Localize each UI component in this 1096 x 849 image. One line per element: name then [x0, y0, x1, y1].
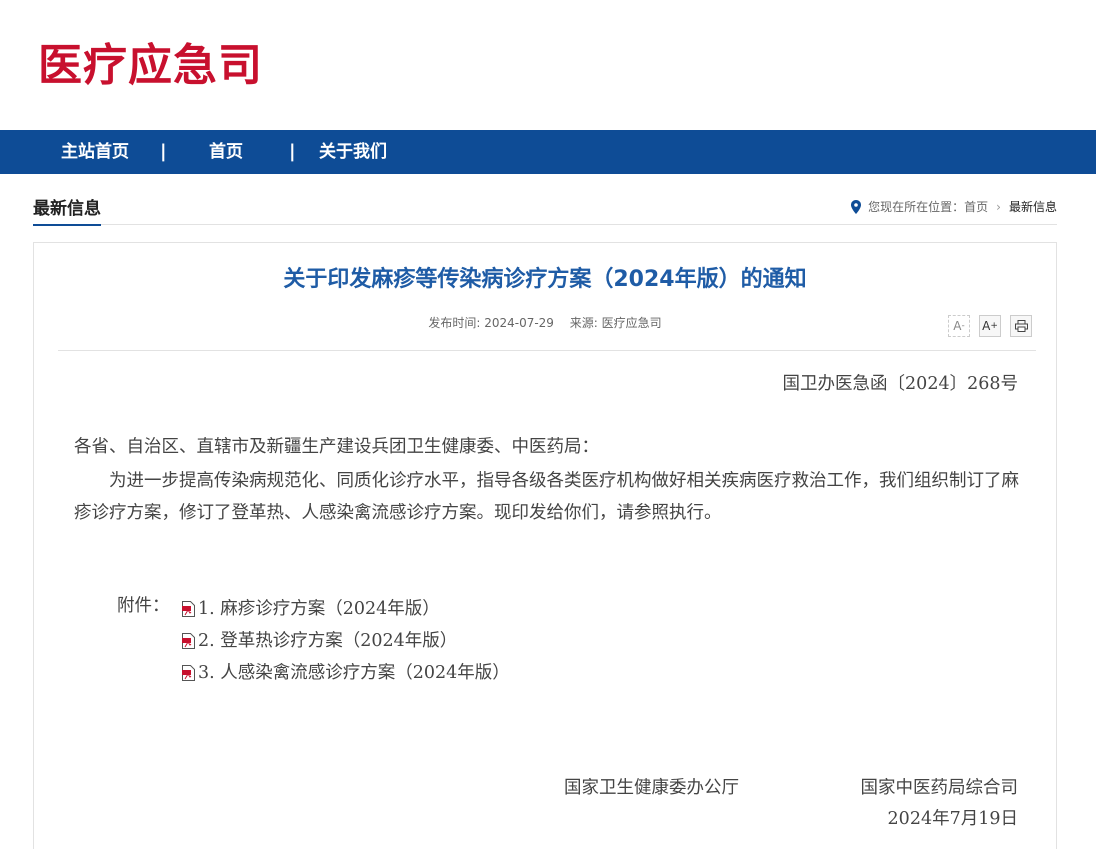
- attachment-link[interactable]: 3. 人感染禽流感诊疗方案（2024年版）: [181, 657, 510, 689]
- nav-separator: |: [289, 141, 296, 162]
- nav-separator: |: [160, 141, 167, 162]
- article-title: 关于印发麻疹等传染病诊疗方案（2024年版）的通知: [283, 267, 807, 292]
- attachment-title: 1. 麻疹诊疗方案（2024年版）: [198, 599, 440, 619]
- main-nav: 主站首页 | 首页 | 关于我们: [0, 130, 1096, 174]
- attachments-label: 附件：: [117, 596, 170, 616]
- pdf-file-icon: [182, 633, 195, 649]
- article-meta: 发布时间: 2024-07-29 来源: 医疗应急司: [34, 315, 1056, 331]
- signature-date: 2024年7月19日: [887, 809, 1018, 829]
- body-paragraph: 为进一步提高传染病规范化、同质化诊疗水平，指导各级各类医疗机构做好相关疾病医疗救…: [74, 471, 1019, 523]
- font-smaller-label: A: [953, 319, 962, 333]
- breadcrumb-separator: ›: [996, 200, 1001, 214]
- printer-icon: [1014, 320, 1028, 332]
- attachment-link[interactable]: 1. 麻疹诊疗方案（2024年版）: [181, 593, 510, 625]
- attachment-link[interactable]: 2. 登革热诊疗方案（2024年版）: [181, 625, 510, 657]
- location-pin-icon: [851, 200, 862, 214]
- article-source: 来源: 医疗应急司: [569, 316, 662, 330]
- font-smaller-button[interactable]: A-: [948, 315, 970, 337]
- font-larger-sup: +: [990, 321, 998, 331]
- site-header: 医疗应急司: [0, 0, 1096, 130]
- section-title: 最新信息: [33, 198, 101, 226]
- attachments-list: 1. 麻疹诊疗方案（2024年版） 2. 登革热诊疗方案（2024年版） 3. …: [181, 593, 510, 689]
- font-larger-label: A: [982, 319, 991, 333]
- attachment-title: 3. 人感染禽流感诊疗方案（2024年版）: [198, 663, 510, 683]
- pdf-file-icon: [182, 665, 195, 681]
- publish-date: 发布时间: 2024-07-29: [428, 316, 554, 330]
- site-logo[interactable]: 医疗应急司: [38, 38, 263, 94]
- nav-item-about[interactable]: 关于我们: [319, 130, 387, 174]
- nav-item-main-home[interactable]: 主站首页: [61, 130, 129, 174]
- attachment-title: 2. 登革热诊疗方案（2024年版）: [198, 631, 458, 651]
- print-button[interactable]: [1010, 315, 1032, 337]
- document-number: 国卫办医急函〔2024〕268号: [782, 374, 1018, 394]
- signature-nhc: 国家卫生健康委办公厅: [564, 778, 739, 798]
- breadcrumb-label: 您现在所在位置：: [868, 200, 965, 214]
- breadcrumb: 您现在所在位置： 首页 › 最新信息: [850, 199, 1057, 215]
- breadcrumb-current: 最新信息: [1008, 200, 1057, 214]
- section-header: 最新信息 您现在所在位置： 首页 › 最新信息: [33, 195, 1057, 226]
- salutation: 各省、自治区、直辖市及新疆生产建设兵团卫生健康委、中医药局：: [74, 437, 599, 457]
- article-tools: A- A +: [939, 315, 1032, 337]
- nav-item-home[interactable]: 首页: [209, 130, 243, 174]
- article-container: 关于印发麻疹等传染病诊疗方案（2024年版）的通知 发布时间: 2024-07-…: [33, 242, 1057, 849]
- font-larger-button[interactable]: A +: [979, 315, 1001, 337]
- breadcrumb-home-link[interactable]: 首页: [964, 199, 988, 215]
- signature-tcm: 国家中医药局综合司: [860, 778, 1019, 798]
- title-divider: [58, 350, 1036, 351]
- pdf-file-icon: [182, 601, 195, 617]
